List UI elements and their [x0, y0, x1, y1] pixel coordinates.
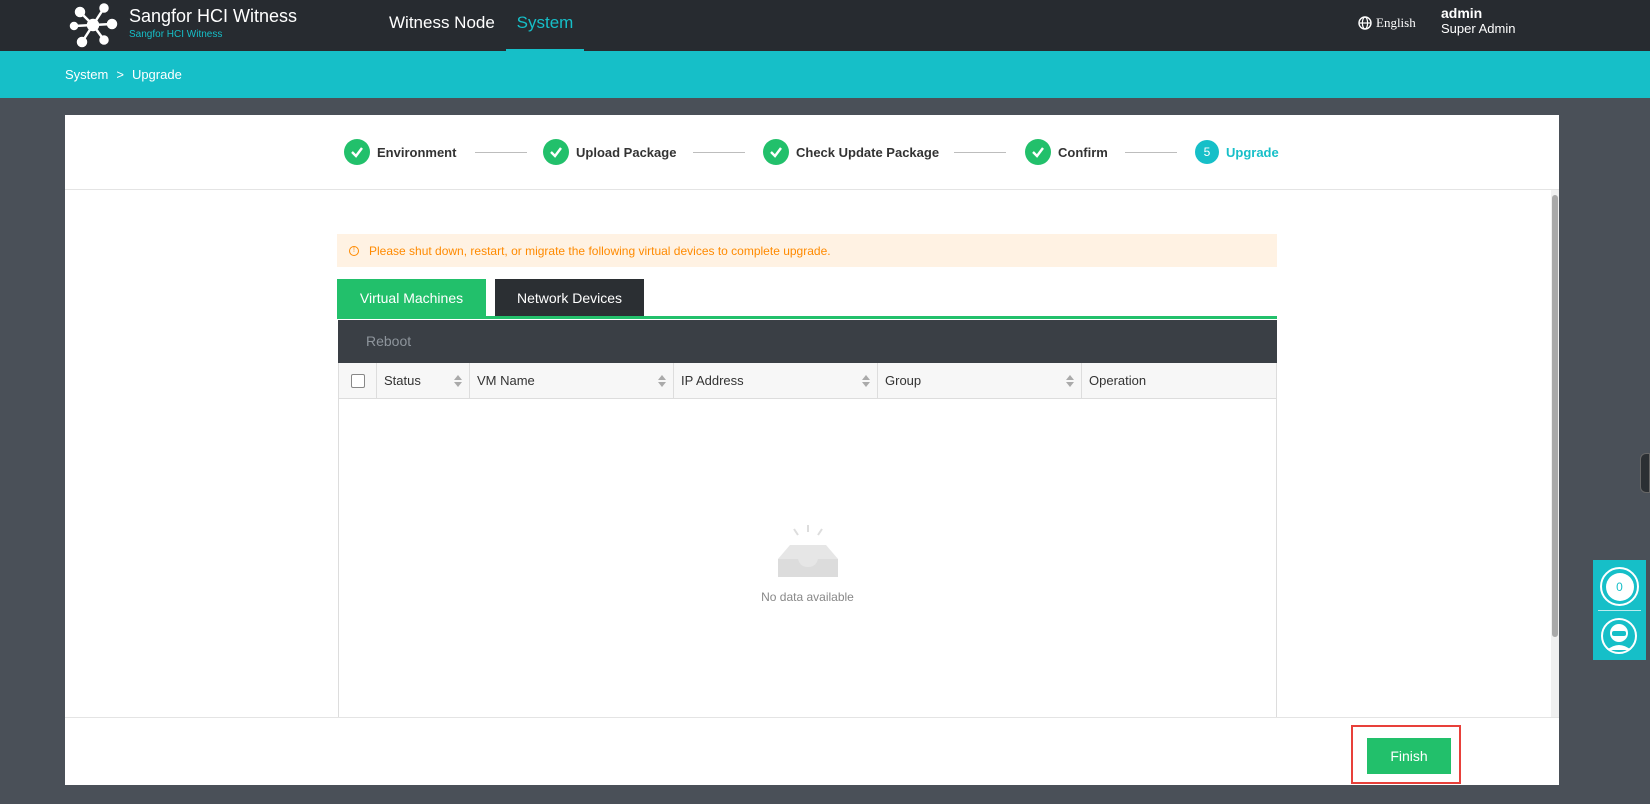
breadcrumb-separator: >	[116, 67, 124, 82]
step-connector	[475, 152, 527, 153]
check-circle-icon	[344, 139, 370, 165]
table-header: Status VM Name IP Address Group Operatio…	[339, 363, 1276, 399]
step-confirm: Confirm	[1025, 139, 1108, 165]
step-upgrade: 5 Upgrade	[1195, 139, 1279, 165]
sort-icon[interactable]	[658, 375, 666, 387]
sangfor-logo-icon[interactable]	[68, 2, 118, 48]
step-label: Upgrade	[1226, 144, 1279, 160]
globe-icon	[1358, 16, 1372, 30]
check-circle-icon	[763, 139, 789, 165]
sort-icon[interactable]	[862, 375, 870, 387]
finish-highlight: Finish	[1351, 725, 1461, 784]
assistant-avatar-icon[interactable]	[1599, 616, 1639, 656]
device-tabs: Virtual Machines Network Devices	[337, 279, 1277, 319]
user-role: Super Admin	[1441, 21, 1516, 36]
column-label: IP Address	[681, 373, 744, 388]
panel-scrollbar[interactable]	[1551, 190, 1559, 717]
upgrade-panel: Environment Upload Package Check Update …	[65, 115, 1559, 785]
step-label: Check Update Package	[796, 144, 940, 160]
warning-text: Please shut down, restart, or migrate th…	[369, 243, 831, 258]
reboot-button[interactable]: Reboot	[366, 333, 411, 349]
step-label: Confirm	[1058, 144, 1108, 160]
nav-witness-node[interactable]: Witness Node	[389, 13, 495, 33]
column-label: VM Name	[477, 373, 535, 388]
column-header-vm-name[interactable]: VM Name	[470, 363, 674, 398]
breadcrumb-bar: System > Upgrade	[0, 51, 1650, 98]
column-label: Status	[384, 373, 421, 388]
empty-text: No data available	[761, 590, 854, 604]
check-circle-icon	[1025, 139, 1051, 165]
step-upload-package: Upload Package	[543, 139, 676, 165]
column-label: Operation	[1089, 373, 1147, 388]
empty-state: No data available	[339, 523, 1276, 604]
breadcrumb-item-system[interactable]: System	[65, 67, 108, 82]
empty-inbox-icon	[777, 525, 838, 577]
scrollbar-thumb[interactable]	[1552, 195, 1558, 637]
side-edge-tab[interactable]	[1640, 453, 1650, 493]
column-label: Group	[885, 373, 922, 388]
info-icon: !	[349, 245, 359, 256]
step-connector	[1125, 152, 1177, 153]
nav-system[interactable]: System	[506, 0, 584, 51]
notification-counter[interactable]: 0	[1600, 567, 1639, 606]
language-label: English	[1376, 15, 1416, 30]
step-connector	[693, 152, 745, 153]
panel-footer: Finish	[65, 717, 1559, 785]
sort-icon[interactable]	[1066, 375, 1074, 387]
column-header-operation: Operation	[1082, 363, 1276, 398]
step-environment: Environment	[344, 139, 456, 165]
breadcrumb: System > Upgrade	[65, 67, 182, 82]
finish-button[interactable]: Finish	[1367, 738, 1451, 774]
table-toolbar: Reboot	[338, 320, 1277, 363]
breadcrumb-item-upgrade: Upgrade	[131, 67, 182, 82]
step-connector	[954, 152, 1006, 153]
column-header-status[interactable]: Status	[377, 363, 470, 398]
check-circle-icon	[543, 139, 569, 165]
column-header-group[interactable]: Group	[878, 363, 1082, 398]
brand-subtitle: Sangfor HCI Witness	[129, 29, 223, 40]
step-label: Upload Package	[576, 144, 677, 160]
language-selector[interactable]: English	[1358, 15, 1416, 31]
widget-divider	[1598, 610, 1641, 611]
floating-assistant-widget[interactable]: 0	[1593, 560, 1646, 660]
step-number: 5	[1195, 140, 1219, 164]
select-all-cell	[339, 363, 377, 398]
tab-virtual-machines[interactable]: Virtual Machines	[337, 279, 486, 316]
warning-banner: ! Please shut down, restart, or migrate …	[337, 234, 1277, 267]
notification-count: 0	[1605, 572, 1634, 601]
brand-title: Sangfor HCI Witness	[129, 6, 298, 26]
top-header: Sangfor HCI Witness Sangfor HCI Witness …	[0, 0, 1650, 51]
tab-network-devices[interactable]: Network Devices	[495, 279, 644, 316]
upgrade-steps: Environment Upload Package Check Update …	[65, 115, 1559, 190]
sort-icon[interactable]	[454, 375, 462, 387]
user-name[interactable]: admin	[1441, 5, 1482, 21]
step-label: Environment	[377, 144, 457, 160]
select-all-checkbox[interactable]	[350, 373, 365, 388]
step-check-update-package: Check Update Package	[763, 139, 939, 165]
column-header-ip-address[interactable]: IP Address	[674, 363, 878, 398]
